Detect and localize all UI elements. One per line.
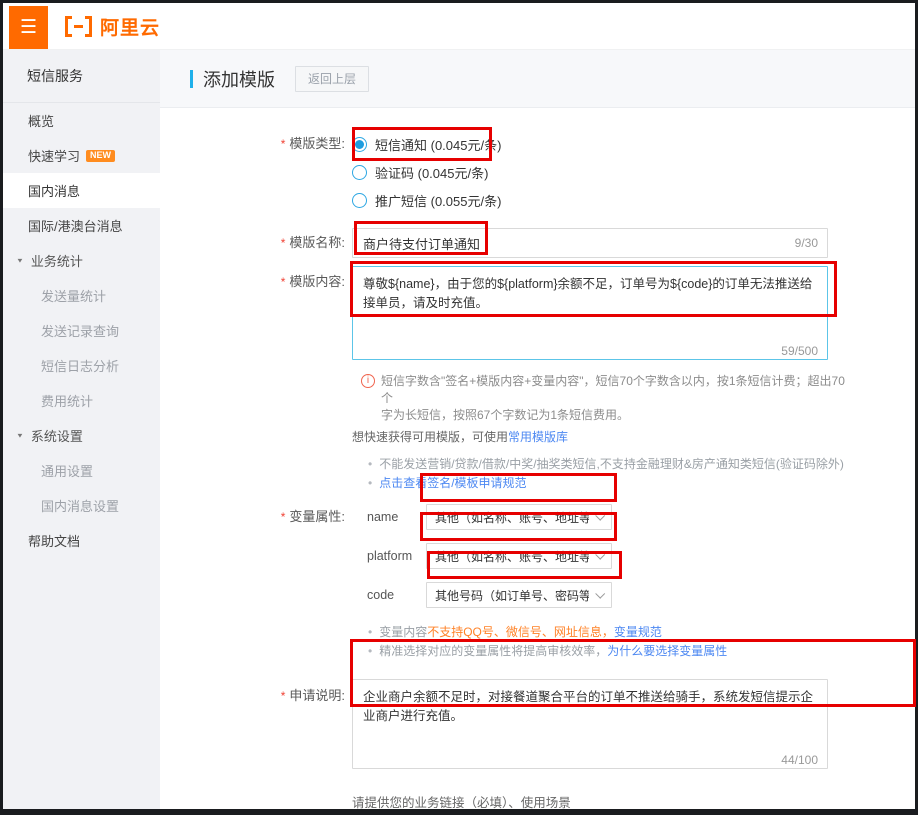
hamburger-menu-icon[interactable]: ☰	[9, 6, 48, 49]
application-desc-textarea[interactable]: 企业商户余额不足时，对接餐道聚合平台的订单不推送给骑手，系统发短信提示企业商户进…	[352, 679, 828, 769]
bullet-icon: •	[368, 643, 372, 659]
sidebar-item-domestic-messages[interactable]: 国内消息	[3, 173, 160, 208]
variable-row-name: name 其他（如名称、账号、地址等）	[352, 504, 612, 530]
variable-platform-select[interactable]: 其他（如名称、账号、地址等）	[426, 543, 612, 569]
quick-template-line: 想快速获得可用模版，可使用常用模版库	[352, 429, 915, 446]
sidebar-item-quick-learn[interactable]: 快速学习 NEW	[3, 138, 160, 173]
content-rules: • 不能发送营销/贷款/借款/中奖/抽奖类短信,不支持金融理财&房产通知类短信(…	[368, 456, 915, 491]
template-content-row: *模版内容: 尊敬${name}，由于您的${platform}余额不足，订单号…	[160, 266, 915, 365]
required-mark: *	[281, 510, 286, 524]
chevron-down-icon	[595, 511, 605, 521]
required-mark: *	[281, 275, 286, 289]
radio-sms-notification[interactable]: 短信通知 (0.045元/条)	[352, 130, 501, 158]
info-icon: i	[361, 374, 375, 388]
aliyun-logo[interactable]: 阿里云	[65, 13, 160, 40]
application-desc-row: *申请说明: 企业商户余额不足时，对接餐道聚合平台的订单不推送给骑手，系统发短信…	[160, 679, 915, 774]
caret-down-icon: ▼	[16, 432, 24, 439]
radio-verification-code[interactable]: 验证码 (0.045元/条)	[352, 158, 501, 186]
variable-attrs-row: *变量属性: name 其他（如名称、账号、地址等）	[160, 504, 915, 621]
main-panel: 添加模版 返回上层 *模版类型: 短信通知 (0.045元/条)	[160, 50, 915, 809]
variable-notes: • 变量内容不支持QQ号、微信号、网址信息，变量规范 • 精准选择对应的变量属性…	[368, 624, 915, 659]
sidebar-item-domestic-message-settings[interactable]: 国内消息设置	[3, 488, 160, 523]
radio-icon	[352, 193, 367, 208]
template-library-link[interactable]: 常用模版库	[508, 430, 568, 444]
template-name-row: *模版名称: 9/30	[160, 228, 915, 258]
note-item: • 精准选择对应的变量属性将提高审核效率，为什么要选择变量属性	[368, 643, 915, 659]
variable-code-select[interactable]: 其他号码（如订单号、密码等）	[426, 582, 612, 608]
template-name-input[interactable]	[352, 228, 828, 258]
sidebar-group-system-settings[interactable]: ▼ 系统设置	[3, 418, 160, 453]
sidebar-item-send-record-query[interactable]: 发送记录查询	[3, 313, 160, 348]
sidebar-item-cost-stats[interactable]: 费用统计	[3, 383, 160, 418]
form-content: *模版类型: 短信通知 (0.045元/条) 验证码 (0.045元/条)	[160, 108, 915, 809]
required-mark: *	[281, 137, 286, 151]
sidebar-item-sms-log-analysis[interactable]: 短信日志分析	[3, 348, 160, 383]
template-name-counter: 9/30	[795, 236, 818, 250]
why-variable-attr-link[interactable]: 为什么要选择变量属性	[607, 644, 727, 658]
template-content-textarea[interactable]: 尊敬${name}，由于您的${platform}余额不足，订单号为${code…	[352, 266, 828, 360]
template-type-row: *模版类型: 短信通知 (0.045元/条) 验证码 (0.045元/条)	[160, 130, 915, 214]
sidebar-item-help-docs[interactable]: 帮助文档	[3, 523, 160, 558]
template-content-counter: 59/500	[781, 344, 818, 358]
rule-item: • 不能发送营销/贷款/借款/中奖/抽奖类短信,不支持金融理财&房产通知类短信(…	[368, 456, 915, 472]
tip-line-1: 短信字数含"签名+模版内容+变量内容"，短信70个字数含以内，按1条短信计费；超…	[381, 373, 847, 407]
caret-down-icon: ▼	[16, 257, 24, 264]
variable-row-code: code 其他号码（如订单号、密码等）	[352, 582, 612, 608]
variable-name: name	[367, 510, 426, 524]
business-link-note: 请提供您的业务链接（必填）、使用场景	[352, 792, 915, 809]
sidebar-item-general-settings[interactable]: 通用设置	[3, 453, 160, 488]
note-item: • 变量内容不支持QQ号、微信号、网址信息，变量规范	[368, 624, 915, 640]
variable-name: platform	[367, 549, 426, 563]
radio-selected-icon	[352, 137, 367, 152]
template-content-label: *模版内容:	[160, 266, 345, 292]
page-title: 添加模版	[203, 66, 275, 92]
sidebar-title: 短信服务	[3, 50, 160, 103]
template-type-label: *模版类型:	[160, 130, 345, 158]
brand-name: 阿里云	[100, 13, 160, 40]
aliyun-logo-icon	[65, 15, 92, 37]
console-app: ☰ 阿里云 短信服务 概览 快速学习 NEW 国内消息	[3, 3, 915, 809]
variable-warning-text: 不支持QQ号、微信号、网址信息，	[427, 625, 614, 639]
template-name-label: *模版名称:	[160, 228, 345, 258]
tip-line-2: 字为长短信，按照67个字数记为1条短信费用。	[381, 407, 847, 424]
sidebar-item-send-volume-stats[interactable]: 发送量统计	[3, 278, 160, 313]
bullet-icon: •	[368, 475, 372, 491]
variable-name: code	[367, 588, 426, 602]
sidebar-group-business-stats[interactable]: ▼ 业务统计	[3, 243, 160, 278]
required-mark: *	[281, 236, 286, 250]
signature-template-spec-link[interactable]: 点击查看签名/模板申请规范	[379, 475, 526, 491]
radio-promo-sms[interactable]: 推广短信 (0.055元/条)	[352, 186, 501, 214]
required-mark: *	[281, 689, 286, 703]
back-button[interactable]: 返回上层	[295, 66, 369, 92]
sidebar: 短信服务 概览 快速学习 NEW 国内消息 国际/港澳台消息 ▼ 业务统计	[3, 50, 160, 809]
radio-icon	[352, 165, 367, 180]
application-desc-counter: 44/100	[781, 753, 818, 767]
top-header: ☰ 阿里云	[3, 3, 915, 50]
bullet-icon: •	[368, 456, 372, 472]
char-count-tip: i 短信字数含"签名+模版内容+变量内容"，短信70个字数含以内，按1条短信计费…	[361, 373, 847, 424]
bullet-icon: •	[368, 624, 372, 640]
title-accent-bar	[190, 70, 193, 88]
new-badge: NEW	[86, 150, 115, 162]
window-frame: ☰ 阿里云 短信服务 概览 快速学习 NEW 国内消息	[0, 0, 918, 815]
sidebar-item-international-messages[interactable]: 国际/港澳台消息	[3, 208, 160, 243]
chevron-down-icon	[595, 550, 605, 560]
variable-row-platform: platform 其他（如名称、账号、地址等）	[352, 543, 612, 569]
variable-spec-link[interactable]: 变量规范	[614, 625, 662, 639]
rule-item: • 点击查看签名/模板申请规范	[368, 475, 915, 491]
sidebar-item-overview[interactable]: 概览	[3, 103, 160, 138]
application-desc-label: *申请说明:	[160, 679, 345, 706]
chevron-down-icon	[595, 589, 605, 599]
page-header: 添加模版 返回上层	[160, 50, 915, 108]
variable-attrs-label: *变量属性:	[160, 504, 345, 530]
variable-name-select[interactable]: 其他（如名称、账号、地址等）	[426, 504, 612, 530]
